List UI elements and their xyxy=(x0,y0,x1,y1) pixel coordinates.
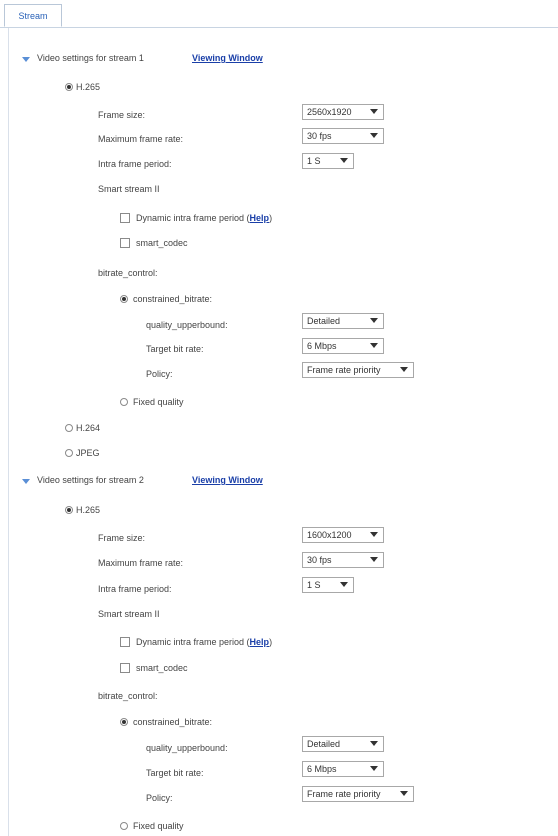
stream1-viewing-window-link[interactable]: Viewing Window xyxy=(192,53,263,63)
stream2-fixed-quality-radio[interactable] xyxy=(120,822,128,830)
stream2-intra-frame-label: Intra frame period: xyxy=(98,584,172,594)
chevron-down-icon xyxy=(370,343,378,348)
stream2-max-frame-rate-value: 30 fps xyxy=(307,555,332,565)
stream1-jpeg-label: JPEG xyxy=(76,448,100,458)
stream1-h264-radio[interactable] xyxy=(65,424,73,432)
stream1-policy-value: Frame rate priority xyxy=(307,365,381,375)
stream2-max-frame-rate-label: Maximum frame rate: xyxy=(98,558,184,568)
chevron-down-icon[interactable] xyxy=(22,479,30,484)
stream2-max-frame-rate-select[interactable]: 30 fps xyxy=(302,552,384,568)
chevron-down-icon xyxy=(370,133,378,138)
stream2-viewing-window-link[interactable]: Viewing Window xyxy=(192,475,263,485)
stream1-max-frame-rate-label: Maximum frame rate: xyxy=(98,134,184,144)
stream1-quality-select[interactable]: Detailed xyxy=(302,313,384,329)
stream1-policy-select[interactable]: Frame rate priority xyxy=(302,362,414,378)
stream2-title: Video settings for stream 2 xyxy=(37,475,144,485)
stream1-frame-size-value: 2560x1920 xyxy=(307,107,352,117)
stream2-dynamic-intra-checkbox[interactable] xyxy=(120,637,130,647)
stream1-dynamic-intra-checkbox[interactable] xyxy=(120,213,130,223)
stream2-dynamic-intra-close: ) xyxy=(269,637,273,647)
stream1-constrained-label: constrained_bitrate: xyxy=(133,294,213,304)
stream2-fixed-quality-label: Fixed quality xyxy=(133,821,184,831)
stream1-dynamic-intra-text: Dynamic intra frame period ( xyxy=(136,213,250,223)
stream1-help-link[interactable]: Help xyxy=(250,213,270,223)
stream1-intra-frame-value: 1 S xyxy=(307,156,321,166)
chevron-down-icon xyxy=(340,582,348,587)
stream2-frame-size-label: Frame size: xyxy=(98,533,146,543)
stream2-quality-select[interactable]: Detailed xyxy=(302,736,384,752)
stream1-smart-codec-checkbox[interactable] xyxy=(120,238,130,248)
chevron-down-icon xyxy=(370,532,378,537)
stream1-target-label: Target bit rate: xyxy=(146,344,204,354)
stream2-smart-codec-label: smart_codec xyxy=(136,663,188,673)
stream2-smart-codec-checkbox[interactable] xyxy=(120,663,130,673)
stream2-target-label: Target bit rate: xyxy=(146,768,204,778)
stream2-target-select[interactable]: 6 Mbps xyxy=(302,761,384,777)
stream2-smart-stream-label: Smart stream II xyxy=(98,609,160,619)
stream1-quality-value: Detailed xyxy=(307,316,341,326)
chevron-down-icon xyxy=(370,766,378,771)
chevron-down-icon[interactable] xyxy=(22,57,30,62)
stream2-help-link[interactable]: Help xyxy=(250,637,270,647)
stream2-frame-size-value: 1600x1200 xyxy=(307,530,352,540)
chevron-down-icon xyxy=(370,557,378,562)
stream1-smart-stream-label: Smart stream II xyxy=(98,184,160,194)
stream1-intra-frame-select[interactable]: 1 S xyxy=(302,153,354,169)
stream1-h265-label: H.265 xyxy=(76,82,101,92)
stream1-title: Video settings for stream 1 xyxy=(37,53,144,63)
stream2-policy-label: Policy: xyxy=(146,793,173,803)
chevron-down-icon xyxy=(340,158,348,163)
stream1-fixed-quality-label: Fixed quality xyxy=(133,397,184,407)
stream2-h265-label: H.265 xyxy=(76,505,101,515)
stream2-intra-frame-value: 1 S xyxy=(307,580,321,590)
panel-border xyxy=(8,28,9,836)
stream1-bitrate-control-label: bitrate_control: xyxy=(98,268,158,278)
stream1-h264-label: H.264 xyxy=(76,423,101,433)
stream1-constrained-radio[interactable] xyxy=(120,295,128,303)
tab-divider xyxy=(0,27,558,28)
tab-bar: Stream xyxy=(0,0,558,28)
stream2-policy-value: Frame rate priority xyxy=(307,789,381,799)
chevron-down-icon xyxy=(370,741,378,746)
chevron-down-icon xyxy=(370,318,378,323)
stream1-quality-label: quality_upperbound: xyxy=(146,320,228,330)
chevron-down-icon xyxy=(370,109,378,114)
stream2-bitrate-control-label: bitrate_control: xyxy=(98,691,158,701)
chevron-down-icon xyxy=(400,791,408,796)
stream1-dynamic-intra-close: ) xyxy=(269,213,273,223)
stream2-dynamic-intra-label: Dynamic intra frame period (Help) xyxy=(136,637,272,647)
stream2-target-value: 6 Mbps xyxy=(307,764,337,774)
stream1-target-value: 6 Mbps xyxy=(307,341,337,351)
stream2-quality-value: Detailed xyxy=(307,739,341,749)
stream2-constrained-label: constrained_bitrate: xyxy=(133,717,213,727)
stream1-smart-codec-label: smart_codec xyxy=(136,238,188,248)
stream1-max-frame-rate-value: 30 fps xyxy=(307,131,332,141)
stream1-target-select[interactable]: 6 Mbps xyxy=(302,338,384,354)
stream1-frame-size-label: Frame size: xyxy=(98,110,146,120)
stream1-h265-radio[interactable] xyxy=(65,83,73,91)
chevron-down-icon xyxy=(400,367,408,372)
stream1-dynamic-intra-label: Dynamic intra frame period (Help) xyxy=(136,213,272,223)
stream1-max-frame-rate-select[interactable]: 30 fps xyxy=(302,128,384,144)
stream2-intra-frame-select[interactable]: 1 S xyxy=(302,577,354,593)
stream1-intra-frame-label: Intra frame period: xyxy=(98,159,172,169)
stream2-h265-radio[interactable] xyxy=(65,506,73,514)
stream1-jpeg-radio[interactable] xyxy=(65,449,73,457)
tab-stream[interactable]: Stream xyxy=(4,4,62,27)
stream2-quality-label: quality_upperbound: xyxy=(146,743,228,753)
stream1-frame-size-select[interactable]: 2560x1920 xyxy=(302,104,384,120)
stream1-fixed-quality-radio[interactable] xyxy=(120,398,128,406)
stream2-policy-select[interactable]: Frame rate priority xyxy=(302,786,414,802)
stream2-dynamic-intra-text: Dynamic intra frame period ( xyxy=(136,637,250,647)
stream2-frame-size-select[interactable]: 1600x1200 xyxy=(302,527,384,543)
stream1-policy-label: Policy: xyxy=(146,369,173,379)
stream2-constrained-radio[interactable] xyxy=(120,718,128,726)
